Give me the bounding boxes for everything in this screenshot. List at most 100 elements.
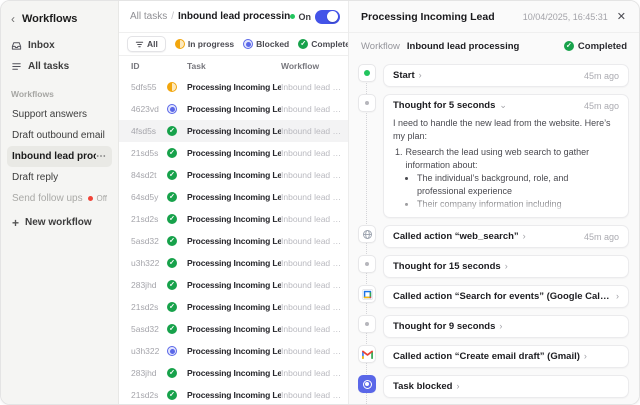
sidebar-item-support-answers[interactable]: Support answers xyxy=(7,104,112,125)
task-row[interactable]: 21sd2s Processing Incoming Lead Inbound … xyxy=(119,208,348,230)
sidebar-item-draft-outbound-email[interactable]: Draft outbound email xyxy=(7,125,112,146)
timeline-item-thought-15s: Thought for 15 seconds › xyxy=(358,255,629,278)
task-name: Processing Incoming Lead xyxy=(187,236,281,246)
task-row[interactable]: 5asd32 Processing Incoming Lead Inbound … xyxy=(119,318,348,340)
task-row-selected[interactable]: 4fsd5s Processing Incoming Lead Inbound … xyxy=(119,120,348,142)
row-status-icon xyxy=(167,126,177,136)
row-status-icon xyxy=(167,258,177,268)
task-row[interactable]: u3h322 Processing Incoming Lead Inbound … xyxy=(119,252,348,274)
sidebar-item-send-follow-ups[interactable]: Send follow ups Off xyxy=(7,188,112,209)
task-name: Processing Incoming Lead xyxy=(187,368,281,378)
task-row[interactable]: 283jhd Processing Incoming Lead Inbound … xyxy=(119,274,348,296)
sidebar-item-inbox[interactable]: Inbox xyxy=(7,35,112,56)
task-workflow: Inbound lead processing xyxy=(281,236,344,246)
timeline-card-thought-15s[interactable]: Thought for 15 seconds › xyxy=(383,255,629,278)
status-badge-label: Completed xyxy=(578,41,627,52)
sidebar-item-inbound-lead-processing[interactable]: Inbound lead processing ⋯ xyxy=(7,146,112,167)
timeline-card-search-events[interactable]: Called action “Search for events” (Googl… xyxy=(383,285,629,308)
column-header-id: ID xyxy=(131,61,187,71)
timeline-card-web-search[interactable]: Called action “web_search” › 45m ago xyxy=(383,225,629,248)
task-row[interactable]: 21sd5s Processing Incoming Lead Inbound … xyxy=(119,142,348,164)
task-row[interactable]: 21sd2s Processing Incoming Lead Inbound … xyxy=(119,384,348,404)
timeline-card-create-email-draft[interactable]: Called action “Create email draft” (Gmai… xyxy=(383,345,629,368)
task-workflow: Inbound lead processing xyxy=(281,324,344,334)
task-name: Processing Incoming Lead xyxy=(187,280,281,290)
thought-dot-icon xyxy=(358,315,376,333)
task-id: 21sd5s xyxy=(131,148,167,158)
globe-icon xyxy=(358,225,376,243)
app-window: ‹ Workflows Inbox All tasks Workflows Su… xyxy=(0,0,640,405)
sidebar-item-label: Inbox xyxy=(28,40,55,51)
status-badge: Completed xyxy=(564,41,627,52)
timeline-item-start: Start › 45m ago xyxy=(358,64,629,87)
workflow-on-control: On xyxy=(290,10,341,24)
filter-in-progress-button[interactable]: In progress xyxy=(175,39,234,49)
timeline-item-create-email-draft: Called action “Create email draft” (Gmai… xyxy=(358,345,629,368)
on-status-dot xyxy=(290,14,295,19)
breadcrumb-all-tasks[interactable]: All tasks xyxy=(130,11,167,22)
back-chevron-icon[interactable]: ‹ xyxy=(11,14,15,24)
timeline-card-thought-9s[interactable]: Thought for 9 seconds › xyxy=(383,315,629,338)
workflow-field-value: Inbound lead processing xyxy=(407,41,519,52)
card-title: Thought for 5 seconds xyxy=(393,100,495,111)
filter-all-button[interactable]: All xyxy=(127,36,166,52)
plus-icon: + xyxy=(12,219,19,227)
card-title: Called action “Search for events” (Googl… xyxy=(393,291,612,302)
workflow-toggle[interactable] xyxy=(315,10,340,24)
chevron-right-icon: › xyxy=(584,352,587,361)
task-workflow: Inbound lead processing xyxy=(281,104,344,114)
workflow-item-label: Send follow ups xyxy=(12,193,83,204)
filter-blocked-button[interactable]: Blocked xyxy=(243,39,289,49)
table-header: ID Task Workflow xyxy=(119,56,348,76)
task-workflow: Inbound lead processing xyxy=(281,82,344,92)
task-row[interactable]: 5dfs55 Processing Incoming Lead Inbound … xyxy=(119,76,348,98)
task-id: 21sd2s xyxy=(131,390,167,400)
off-status-dot xyxy=(88,196,93,201)
row-status-icon xyxy=(167,104,177,114)
completed-status-icon xyxy=(564,41,574,51)
filter-completed-button[interactable]: Completed xyxy=(298,39,348,49)
task-row[interactable]: 64sd5y Processing Incoming Lead Inbound … xyxy=(119,186,348,208)
ellipsis-icon[interactable]: ⋯ xyxy=(96,151,107,162)
task-workflow: Inbound lead processing xyxy=(281,170,344,180)
task-row[interactable]: 5asd32 Processing Incoming Lead Inbound … xyxy=(119,230,348,252)
sidebar-item-label: All tasks xyxy=(28,61,69,72)
blocked-icon xyxy=(358,375,376,393)
task-row[interactable]: 283jhd Processing Incoming Lead Inbound … xyxy=(119,362,348,384)
card-timestamp: 45m ago xyxy=(584,71,619,81)
card-title: Called action “web_search” xyxy=(393,231,519,242)
timeline-item-thought-9s: Thought for 9 seconds › xyxy=(358,315,629,338)
close-icon[interactable]: ✕ xyxy=(616,10,627,23)
row-status-icon xyxy=(167,214,177,224)
chevron-right-icon: › xyxy=(616,292,619,301)
timeline-card-thought-5s[interactable]: Thought for 5 seconds ⌄ 45m ago I need t… xyxy=(383,94,629,218)
thought-dot-icon xyxy=(358,255,376,273)
google-calendar-icon xyxy=(358,285,376,303)
task-row[interactable]: 84sd2t Processing Incoming Lead Inbound … xyxy=(119,164,348,186)
detail-workflow-row: Workflow Inbound lead processing Complet… xyxy=(349,33,639,59)
task-name: Processing Incoming Lead xyxy=(187,126,281,136)
task-row[interactable]: 4623vd Processing Incoming Lead Inbound … xyxy=(119,98,348,120)
chevron-right-icon: › xyxy=(505,262,508,271)
task-name: Processing Incoming Lead xyxy=(187,170,281,180)
chevron-right-icon: › xyxy=(499,322,502,331)
on-label: On xyxy=(299,12,312,22)
task-workflow: Inbound lead processing xyxy=(281,148,344,158)
task-id: 5asd32 xyxy=(131,236,167,246)
timeline-card-task-blocked[interactable]: Task blocked › xyxy=(383,375,629,398)
new-workflow-button[interactable]: + New workflow xyxy=(7,209,112,236)
inbox-icon xyxy=(11,40,22,51)
task-id: 4fsd5s xyxy=(131,126,167,136)
timeline-card-start[interactable]: Start › 45m ago xyxy=(383,64,629,87)
task-id: 283jhd xyxy=(131,280,167,290)
sidebar-item-all-tasks[interactable]: All tasks xyxy=(7,56,112,77)
card-title: Thought for 9 seconds xyxy=(393,321,495,332)
task-workflow: Inbound lead processing xyxy=(281,302,344,312)
sidebar-item-draft-reply[interactable]: Draft reply xyxy=(7,167,112,188)
task-row[interactable]: u3h322 Processing Incoming Lead Inbound … xyxy=(119,340,348,362)
row-status-icon xyxy=(167,302,177,312)
task-row[interactable]: 21sd2s Processing Incoming Lead Inbound … xyxy=(119,296,348,318)
task-name: Processing Incoming Lead xyxy=(187,148,281,158)
start-dot-icon xyxy=(358,64,376,82)
thought-intro: I need to handle the new lead from the w… xyxy=(393,117,619,143)
